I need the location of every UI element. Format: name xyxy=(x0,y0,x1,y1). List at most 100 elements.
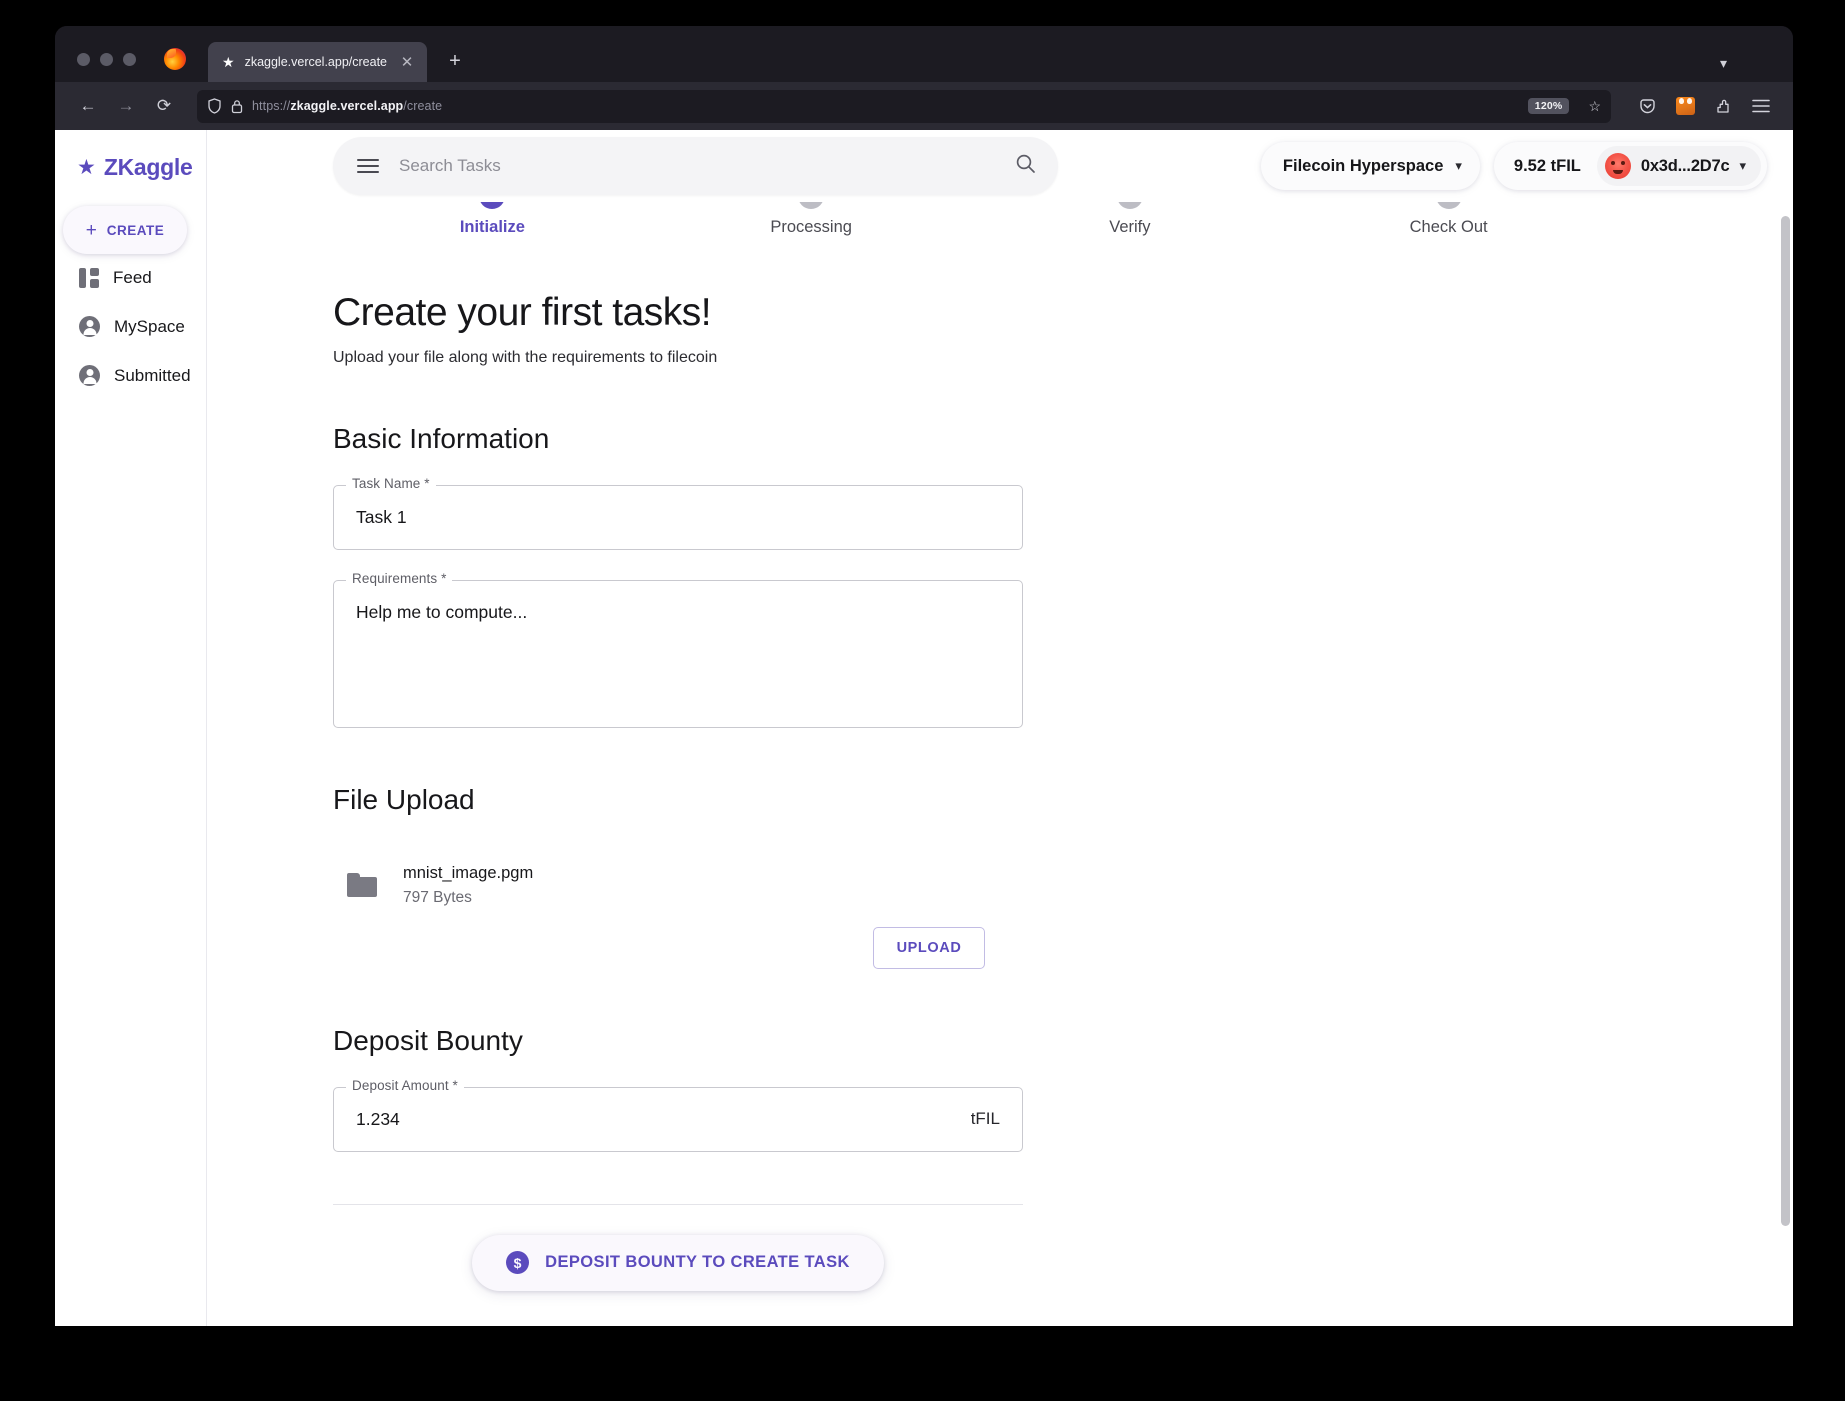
browser-window: ★ zkaggle.vercel.app/create ✕ + ▾ ← → ⟳ … xyxy=(55,26,1793,1326)
step-initialize[interactable]: Initialize xyxy=(333,183,652,237)
bookmark-star-icon[interactable]: ☆ xyxy=(1588,98,1601,115)
extensions-icon[interactable] xyxy=(1707,90,1739,122)
step-label: Initialize xyxy=(459,218,525,236)
chevron-down-icon: ▾ xyxy=(1739,158,1746,173)
folder-icon xyxy=(347,873,377,898)
section-title-basic-information: Basic Information xyxy=(333,423,550,454)
plus-icon: + xyxy=(85,219,97,241)
sidebar-item-myspace[interactable]: MySpace xyxy=(55,302,206,351)
file-name: mnist_image.pgm xyxy=(403,863,534,882)
app-menu-icon[interactable] xyxy=(1745,90,1777,122)
shield-icon[interactable] xyxy=(207,98,222,114)
reload-button[interactable]: ⟳ xyxy=(147,89,181,123)
star-icon: ★ xyxy=(77,156,96,179)
cta-label: DEPOSIT BOUNTY TO CREATE TASK xyxy=(545,1253,850,1271)
deposit-bounty-to-create-task-button[interactable]: $ DEPOSIT BOUNTY TO CREATE TASK xyxy=(472,1234,884,1291)
section-title-file-upload: File Upload xyxy=(333,783,475,815)
minimize-window-button[interactable] xyxy=(100,53,113,66)
cta-container: $ DEPOSIT BOUNTY TO CREATE TASK xyxy=(333,1234,1023,1291)
scrollbar-thumb[interactable] xyxy=(1781,216,1790,1226)
star-icon: ★ xyxy=(222,54,235,70)
wallet-balance: 9.52 tFIL xyxy=(1513,156,1581,175)
file-meta: mnist_image.pgm 797 Bytes xyxy=(403,864,533,907)
upload-button[interactable]: UPLOAD xyxy=(873,926,985,969)
step-check-out[interactable]: Check Out xyxy=(1289,183,1608,237)
brand-name: ZKaggle xyxy=(103,154,193,180)
address-bar[interactable]: https://zkaggle.vercel.app/create 120% ☆ xyxy=(197,89,1611,123)
task-name-value: Task 1 xyxy=(356,507,407,527)
deposit-amount-value: 1.234 xyxy=(356,1108,400,1129)
create-button-label: CREATE xyxy=(106,222,165,238)
person-icon xyxy=(79,365,100,386)
sidebar-item-submitted[interactable]: Submitted xyxy=(55,351,206,400)
scroll-content: Initialize Processing Verify Check Out C… xyxy=(207,130,1793,1326)
sidebar-item-label: MySpace xyxy=(114,316,185,336)
step-label: Check Out xyxy=(1409,218,1488,236)
close-window-button[interactable] xyxy=(77,53,90,66)
requirements-field[interactable]: Requirements * Help me to compute... xyxy=(333,570,1023,728)
url-text: https://zkaggle.vercel.app/create xyxy=(252,99,443,113)
chevron-down-icon[interactable]: ▾ xyxy=(1720,55,1727,72)
requirements-value: Help me to compute... xyxy=(356,601,528,622)
network-selector[interactable]: Filecoin Hyperspace ▾ xyxy=(1260,142,1480,190)
wallet-chip[interactable]: 9.52 tFIL 0x3d...2D7c ▾ xyxy=(1493,142,1767,190)
web-page: ★ ZKaggle + CREATE Feed MySpace Submitte… xyxy=(55,130,1793,1326)
wallet-address: 0x3d...2D7c xyxy=(1640,156,1730,175)
tab-title: zkaggle.vercel.app/create xyxy=(244,55,388,69)
deposit-amount-unit: tFIL xyxy=(970,1109,1000,1129)
task-name-label: Task Name * xyxy=(346,476,436,491)
requirements-textarea[interactable]: Help me to compute... xyxy=(333,579,1023,728)
progress-stepper: Initialize Processing Verify Check Out xyxy=(333,183,1608,237)
back-button[interactable]: ← xyxy=(71,89,105,123)
task-name-input[interactable]: Task 1 xyxy=(333,485,1023,550)
app-sidebar: ★ ZKaggle + CREATE Feed MySpace Submitte… xyxy=(55,130,207,1326)
file-size: 797 Bytes xyxy=(403,888,472,906)
sidebar-item-label: Feed xyxy=(113,268,152,287)
task-name-field[interactable]: Task Name * Task 1 xyxy=(333,476,1023,550)
step-label: Processing xyxy=(770,218,852,236)
browser-tab[interactable]: ★ zkaggle.vercel.app/create ✕ xyxy=(208,42,428,82)
hamburger-icon[interactable] xyxy=(357,159,379,173)
section-divider xyxy=(333,1203,1023,1205)
requirements-label: Requirements * xyxy=(346,570,453,586)
new-tab-button[interactable]: + xyxy=(439,45,471,77)
main-content: Initialize Processing Verify Check Out C… xyxy=(207,130,1793,1326)
page-scrollbar[interactable] xyxy=(1781,202,1790,1326)
sidebar-item-label: Submitted xyxy=(114,365,191,385)
deposit-amount-field[interactable]: Deposit Amount * 1.234 tFIL xyxy=(333,1077,1023,1152)
browser-nav-toolbar: ← → ⟳ https://zkaggle.vercel.app/create … xyxy=(55,82,1793,130)
close-icon[interactable]: ✕ xyxy=(397,52,417,72)
pocket-icon[interactable] xyxy=(1631,90,1663,122)
app-logo[interactable]: ★ ZKaggle xyxy=(55,148,206,181)
zoom-level-badge[interactable]: 120% xyxy=(1527,98,1570,114)
step-verify[interactable]: Verify xyxy=(971,183,1290,237)
page-subtitle: Upload your file along with the requirem… xyxy=(333,349,718,366)
deposit-amount-label: Deposit Amount * xyxy=(346,1077,464,1093)
window-traffic-lights xyxy=(55,53,136,82)
section-title-deposit-bounty: Deposit Bounty xyxy=(333,1024,523,1056)
lock-icon[interactable] xyxy=(231,99,243,114)
feed-icon xyxy=(79,268,99,288)
metamask-icon[interactable] xyxy=(1669,90,1701,122)
browser-tab-strip: ★ zkaggle.vercel.app/create ✕ + ▾ xyxy=(55,26,1793,82)
search-input[interactable] xyxy=(399,156,995,176)
create-button[interactable]: + CREATE xyxy=(63,206,187,254)
person-icon xyxy=(79,316,100,337)
firefox-logo-icon xyxy=(164,48,186,70)
app-topbar: Filecoin Hyperspace ▾ 9.52 tFIL 0x3d...2… xyxy=(207,130,1793,202)
uploaded-file-row: mnist_image.pgm 797 Bytes xyxy=(333,864,1793,907)
toolbar-icons xyxy=(1627,90,1777,122)
maximize-window-button[interactable] xyxy=(123,53,136,66)
forward-button[interactable]: → xyxy=(109,89,143,123)
deposit-amount-input[interactable]: 1.234 tFIL xyxy=(333,1086,1023,1152)
sidebar-item-feed[interactable]: Feed xyxy=(55,254,206,302)
search-icon[interactable] xyxy=(1015,153,1036,180)
search-bar[interactable] xyxy=(333,137,1058,195)
page-title: Create your first tasks! xyxy=(333,291,712,334)
wallet-address-pill[interactable]: 0x3d...2D7c ▾ xyxy=(1596,146,1761,186)
step-label: Verify xyxy=(1109,218,1151,236)
avatar xyxy=(1604,153,1631,179)
chevron-down-icon: ▾ xyxy=(1455,158,1462,173)
dollar-icon: $ xyxy=(506,1251,530,1274)
step-processing[interactable]: Processing xyxy=(652,183,971,237)
